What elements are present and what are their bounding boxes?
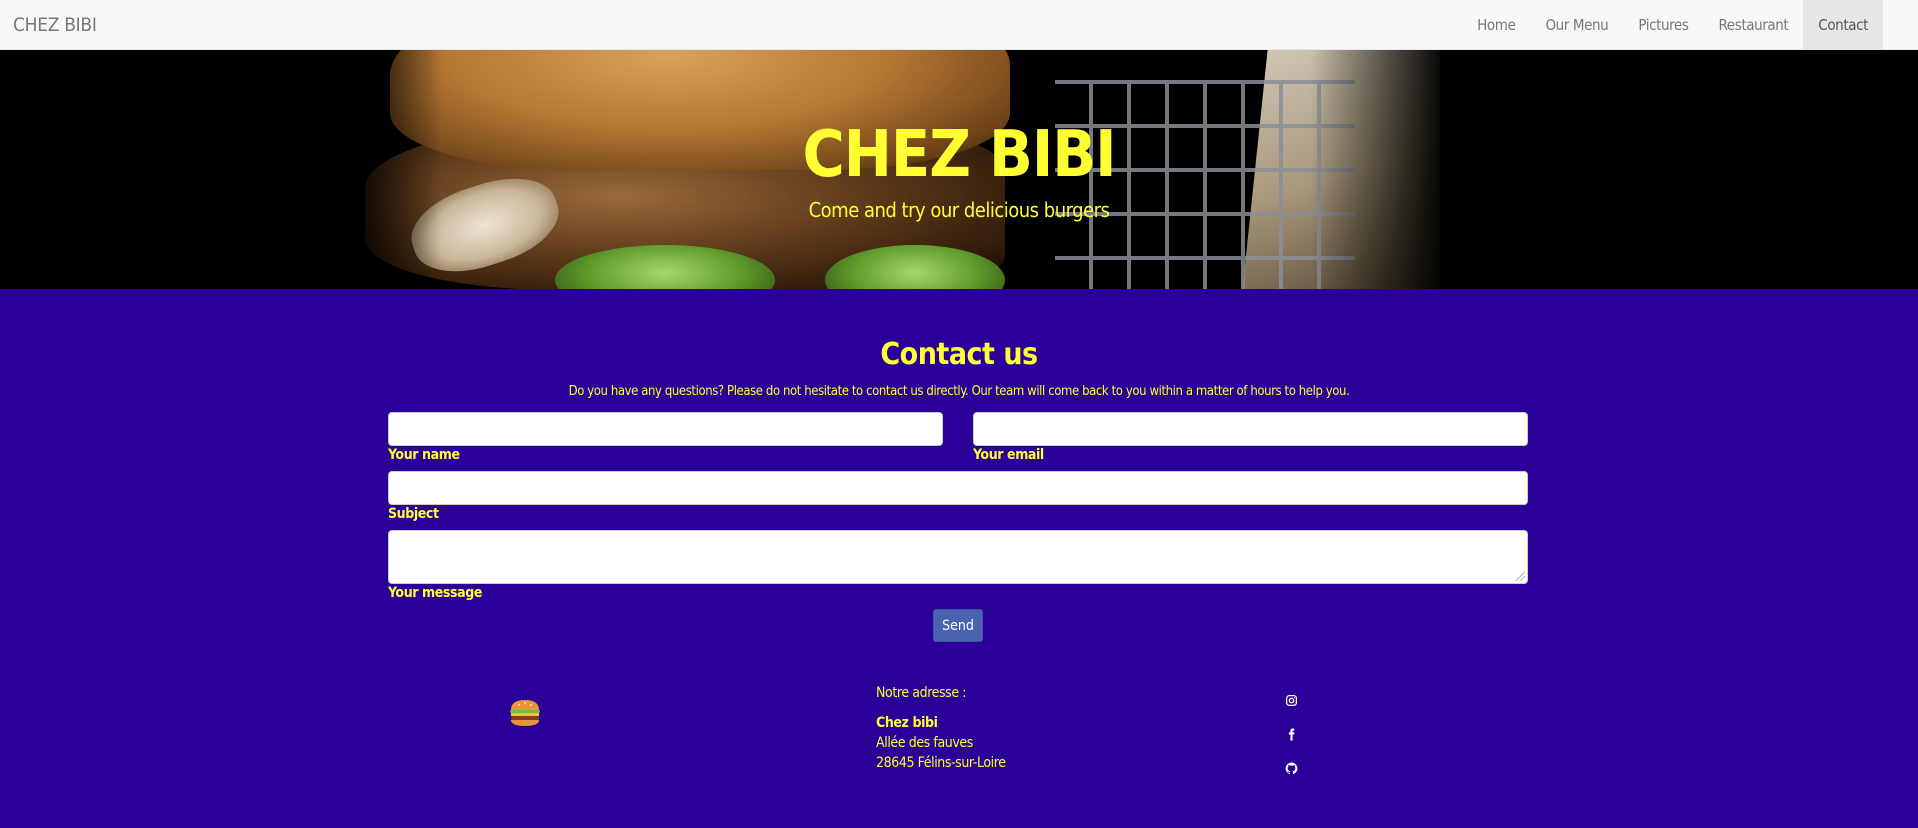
name-label: Your name	[388, 447, 460, 463]
email-field[interactable]	[973, 412, 1528, 446]
email-label: Your email	[973, 447, 1044, 463]
navbar-brand[interactable]: CHEZ BIBI	[0, 14, 97, 36]
github-icon[interactable]	[1284, 761, 1298, 775]
nav-link-restaurant[interactable]: Restaurant	[1703, 0, 1803, 50]
message-field[interactable]	[388, 530, 1528, 584]
burger-icon	[508, 698, 542, 728]
nav-link-contact[interactable]: Contact	[1803, 0, 1883, 50]
send-button[interactable]: Send	[933, 609, 983, 642]
instagram-icon[interactable]	[1284, 693, 1298, 707]
nav-links: Home Our Menu Pictures Restaurant Contac…	[1462, 0, 1883, 50]
top-navbar: CHEZ BIBI Home Our Menu Pictures Restaur…	[0, 0, 1918, 50]
name-input[interactable]	[389, 413, 942, 445]
contact-title: Contact us	[880, 337, 1038, 372]
address-city: 28645 Félins-sur-Loire	[876, 755, 1006, 771]
message-label: Your message	[388, 585, 482, 601]
nav-link-home[interactable]: Home	[1462, 0, 1530, 50]
address-street: Allée des fauves	[876, 735, 973, 751]
subject-field[interactable]	[388, 471, 1528, 505]
address-name: Chez bibi	[876, 715, 938, 731]
subject-label: Subject	[388, 506, 439, 522]
resize-handle[interactable]	[1516, 572, 1525, 581]
name-field[interactable]	[388, 412, 943, 446]
subject-input[interactable]	[389, 472, 1527, 504]
address-heading: Notre adresse :	[876, 685, 967, 701]
hero-subtitle: Come and try our delicious burgers	[808, 198, 1110, 222]
message-textarea[interactable]	[389, 531, 1527, 583]
contact-description: Do you have any questions? Please do not…	[568, 384, 1350, 399]
nav-link-our-menu[interactable]: Our Menu	[1530, 0, 1623, 50]
email-input[interactable]	[974, 413, 1527, 445]
hero-title: CHEZ BIBI	[802, 118, 1116, 192]
nav-link-pictures[interactable]: Pictures	[1623, 0, 1703, 50]
hero-banner: CHEZ BIBI Come and try our delicious bur…	[0, 50, 1918, 289]
facebook-icon[interactable]	[1284, 727, 1298, 741]
